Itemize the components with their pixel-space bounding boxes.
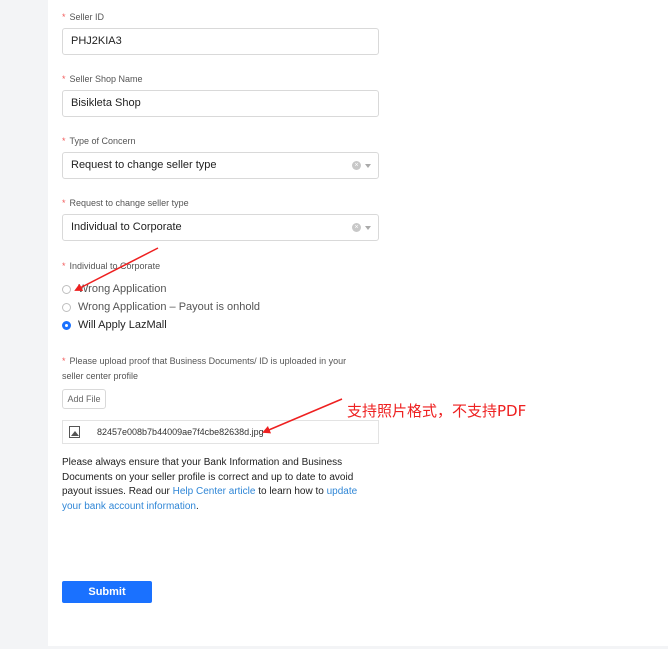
radio-button-selected[interactable] bbox=[62, 320, 71, 330]
uploaded-file-item[interactable]: 82457e008b7b44009ae7f4cbe82638d.jpg bbox=[62, 420, 379, 444]
radio-wrong-application[interactable]: Wrong Application bbox=[62, 282, 166, 296]
annotation-text: 支持照片格式，不支持PDF bbox=[347, 402, 527, 420]
shop-name-field[interactable]: Bisikleta Shop bbox=[62, 90, 379, 117]
radio-wrong-application-payout[interactable]: Wrong Application – Payout is onhold bbox=[62, 300, 260, 314]
submit-button[interactable]: Submit bbox=[62, 581, 152, 603]
chevron-down-icon[interactable] bbox=[365, 163, 371, 168]
add-file-button[interactable]: Add File bbox=[62, 389, 106, 409]
radio-button[interactable] bbox=[62, 284, 71, 294]
radio-will-apply-lazmall[interactable]: Will Apply LazMall bbox=[62, 318, 167, 332]
image-file-icon bbox=[69, 426, 80, 438]
seller-id-field[interactable]: PHJ2KIA3 bbox=[62, 28, 379, 55]
sub-reason-label: * Individual to Corporate bbox=[62, 261, 161, 271]
required-mark: * bbox=[62, 356, 66, 366]
clear-icon[interactable]: × bbox=[352, 223, 361, 232]
change-type-select[interactable]: Individual to Corporate × bbox=[62, 214, 379, 241]
clear-icon[interactable]: × bbox=[352, 161, 361, 170]
seller-id-label: * Seller ID bbox=[62, 12, 105, 22]
required-mark: * bbox=[62, 261, 66, 271]
chevron-down-icon[interactable] bbox=[365, 225, 371, 230]
required-mark: * bbox=[62, 136, 66, 146]
upload-label: * Please upload proof that Business Docum… bbox=[62, 356, 347, 381]
required-mark: * bbox=[62, 198, 66, 208]
bank-info-notice: Please always ensure that your Bank Info… bbox=[62, 457, 358, 512]
required-mark: * bbox=[62, 74, 66, 84]
concern-select[interactable]: Request to change seller type × bbox=[62, 152, 379, 179]
radio-button[interactable] bbox=[62, 302, 71, 312]
required-mark: * bbox=[62, 12, 66, 22]
file-name: 82457e008b7b44009ae7f4cbe82638d.jpg bbox=[97, 427, 264, 437]
change-type-label: * Request to change seller type bbox=[62, 198, 189, 208]
help-center-link[interactable]: Help Center article bbox=[173, 486, 256, 497]
concern-label: * Type of Concern bbox=[62, 136, 136, 146]
shop-name-label: * Seller Shop Name bbox=[62, 74, 143, 84]
